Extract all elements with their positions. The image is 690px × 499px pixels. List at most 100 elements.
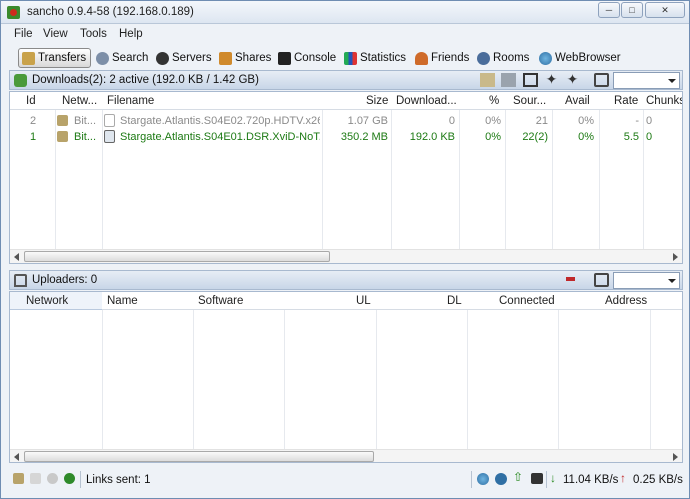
close-button[interactable]: ✕ [645, 2, 685, 18]
file-icon [104, 114, 115, 127]
row-chunks: 0 [646, 131, 653, 143]
scroll-left-icon[interactable] [14, 253, 19, 261]
scroll-right-icon[interactable] [673, 253, 678, 261]
scroll-left-icon[interactable] [14, 453, 19, 461]
uploaders-icon [14, 274, 27, 287]
menu-view[interactable]: View [43, 28, 68, 40]
row-id: 2 [30, 115, 37, 127]
remove-icon[interactable] [566, 277, 575, 281]
collapse-icon[interactable]: ✦ [544, 72, 559, 87]
tab-shares-label: Shares [235, 52, 272, 64]
downloads-filter-combo[interactable] [613, 72, 680, 89]
col-downloaded[interactable]: Download... [396, 95, 457, 107]
col-network[interactable]: Network [26, 295, 68, 307]
row-percent: 0% [485, 115, 501, 127]
tab-transfers-label: Transfers [38, 52, 87, 64]
tab-servers-label: Servers [172, 52, 212, 64]
downloads-horizontal-scrollbar[interactable] [10, 249, 682, 263]
col-size[interactable]: Size [366, 95, 388, 107]
uploaders-header: Uploaders: 0 [9, 270, 683, 290]
webbrowser-icon [539, 51, 552, 65]
menu-file[interactable]: File [14, 28, 33, 40]
tab-transfers[interactable]: Transfers [18, 48, 92, 68]
row-size: 1.07 GB [347, 115, 388, 127]
tab-statistics[interactable]: Statistics [341, 48, 410, 68]
col-connected[interactable]: Connected [499, 295, 555, 307]
arrow-up-home-icon[interactable]: ⇧ [513, 470, 523, 484]
row-rate: 5.5 [623, 131, 639, 143]
main-toolbar: Transfers Search Servers Shares Console … [1, 46, 689, 70]
rooms-icon [477, 51, 490, 65]
row-downloaded: 0 [448, 115, 455, 127]
bittorrent-status-icon[interactable] [13, 473, 24, 484]
col-sources[interactable]: Sour... [513, 95, 546, 107]
tab-console-label: Console [294, 52, 337, 64]
sancho-app-icon [7, 6, 20, 19]
row-rate: - [635, 115, 639, 127]
layout-icon[interactable] [523, 73, 538, 87]
minimize-button[interactable]: ─ [598, 2, 620, 18]
tab-webbrowser[interactable]: WebBrowser [536, 48, 625, 68]
row-size: 350.2 MB [340, 131, 388, 143]
uploaders-summary: Uploaders: 0 [32, 274, 98, 286]
transfers-icon [22, 51, 35, 65]
expand-icon[interactable]: ✦ [565, 72, 580, 87]
col-dl[interactable]: DL [447, 295, 462, 307]
downloads-header: Downloads(2): 2 active (192.0 KB / 1.42 … [9, 70, 683, 90]
friends-status-icon[interactable] [495, 473, 507, 485]
upload-rate: 0.25 KB/s [633, 474, 683, 486]
download-row[interactable]: 2 Bit... Stargate.Atlantis.S04E02.720p.H… [10, 113, 682, 129]
col-address[interactable]: Address [605, 295, 647, 307]
video-file-icon [104, 130, 115, 143]
bittorrent-icon [57, 131, 68, 142]
title-bar[interactable]: sancho 0.9.4-58 (192.168.0.189) ─ □ ✕ [1, 1, 689, 24]
download-row[interactable]: 1 Bit... Stargate.Atlantis.S04E01.DSR.Xv… [10, 129, 682, 145]
col-avail[interactable]: Avail [565, 95, 590, 107]
downloads-column-header: Id Netw... Filename Size Download... % S… [10, 92, 682, 110]
status-bar: Links sent: 1 ⇧ ↓ 11.04 KB/s ↑ 0.25 KB/s [1, 467, 689, 498]
tab-search[interactable]: Search [93, 48, 152, 68]
maximize-button[interactable]: □ [621, 2, 643, 18]
filter-search-icon[interactable] [594, 73, 609, 87]
scrollbar-thumb[interactable] [24, 251, 330, 262]
download-arrow-icon: ↓ [550, 471, 556, 485]
console-status-icon[interactable] [531, 473, 543, 484]
col-filename[interactable]: Filename [107, 95, 154, 107]
col-network[interactable]: Netw... [62, 95, 97, 107]
col-name[interactable]: Name [107, 295, 138, 307]
uploaders-horizontal-scrollbar[interactable] [10, 449, 682, 462]
network-status-icon[interactable] [30, 473, 41, 484]
disk-icon[interactable] [501, 73, 516, 87]
menu-tools[interactable]: Tools [80, 28, 107, 40]
server-status-icon[interactable] [47, 473, 58, 484]
connected-status-icon[interactable] [64, 473, 75, 484]
search-icon [96, 51, 109, 65]
friends-icon [415, 51, 428, 65]
downloads-table: Id Netw... Filename Size Download... % S… [9, 91, 683, 264]
uploaders-column-header: Network Name Software UL DL Connected Ad… [10, 292, 682, 310]
scrollbar-thumb[interactable] [24, 451, 374, 462]
folder-icon[interactable] [480, 73, 495, 87]
col-chunks[interactable]: Chunks [646, 95, 682, 107]
menu-help[interactable]: Help [119, 28, 143, 40]
servers-icon [156, 51, 169, 65]
col-software[interactable]: Software [198, 295, 243, 307]
row-avail: 0% [578, 131, 594, 143]
col-id[interactable]: Id [26, 95, 36, 107]
row-filename: Stargate.Atlantis.S04E01.DSR.XviD-NoT... [120, 131, 320, 143]
tab-servers[interactable]: Servers [153, 48, 216, 68]
tab-friends[interactable]: Friends [412, 48, 473, 68]
uploaders-filter-combo[interactable] [613, 272, 680, 289]
tab-statistics-label: Statistics [360, 52, 407, 64]
col-ul[interactable]: UL [356, 295, 371, 307]
col-rate[interactable]: Rate [614, 95, 638, 107]
tab-shares[interactable]: Shares [216, 48, 275, 68]
row-id: 1 [30, 131, 37, 143]
col-percent[interactable]: % [489, 95, 499, 107]
uploaders-table: Network Name Software UL DL Connected Ad… [9, 291, 683, 463]
filter-search-icon[interactable] [594, 273, 609, 287]
tab-rooms[interactable]: Rooms [474, 48, 533, 68]
scroll-right-icon[interactable] [673, 453, 678, 461]
globe-icon[interactable] [477, 473, 489, 485]
tab-console[interactable]: Console [275, 48, 340, 68]
